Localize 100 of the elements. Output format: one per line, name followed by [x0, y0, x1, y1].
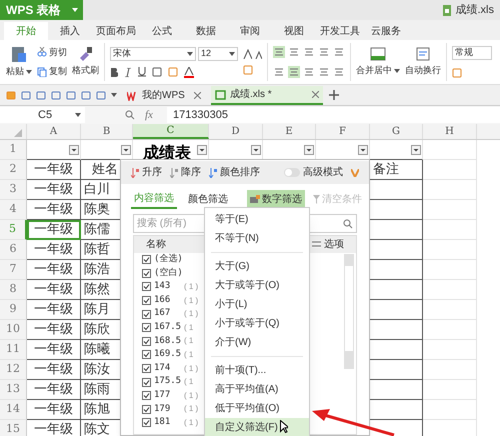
menu-item[interactable]: 小于或等于(Q): [205, 314, 309, 333]
menu-tab[interactable]: 公式: [140, 22, 184, 40]
wrap-text-button[interactable]: 自动换行: [405, 64, 441, 78]
bold-icon[interactable]: [110, 68, 118, 76]
column-header[interactable]: H: [423, 124, 477, 139]
filter-tab[interactable]: 内容筛选: [131, 189, 177, 209]
column-header[interactable]: E: [263, 124, 316, 139]
sort-button[interactable]: 升序: [142, 165, 162, 180]
sort-button[interactable]: 颜色排序: [220, 165, 260, 180]
list-item[interactable]: 169.5: [154, 348, 182, 362]
menu-tab[interactable]: 插入: [48, 22, 92, 40]
list-item[interactable]: 177: [154, 388, 182, 402]
menu-item[interactable]: 介于(W): [205, 333, 309, 352]
menu-tab[interactable]: 开发工具: [316, 22, 364, 40]
app-menu-button[interactable]: WPS 表格: [0, 0, 83, 20]
filter-dropdown-button[interactable]: [251, 145, 261, 155]
checkbox[interactable]: [142, 418, 151, 428]
column-header[interactable]: G: [370, 124, 423, 139]
menu-item[interactable]: 前十项(T)...: [205, 361, 309, 380]
outdent-icon[interactable]: [333, 46, 345, 58]
checkbox[interactable]: [142, 296, 151, 306]
row-header[interactable]: 14: [0, 400, 27, 420]
search-icon[interactable]: [343, 218, 353, 228]
checkbox[interactable]: [142, 268, 151, 278]
list-item[interactable]: 167: [154, 307, 182, 321]
filter-dropdown-button[interactable]: [121, 145, 131, 155]
align-bottom-icon[interactable]: [303, 46, 315, 58]
menu-tab[interactable]: 开始: [4, 22, 48, 40]
menu-item[interactable]: 大于(G): [205, 257, 309, 276]
row-header[interactable]: 8: [0, 280, 27, 300]
distribute-icon[interactable]: [333, 66, 345, 78]
caret-icon[interactable]: [229, 52, 235, 56]
align-center-icon[interactable]: [288, 66, 300, 78]
column-header[interactable]: F: [316, 124, 370, 139]
zoom-icon[interactable]: [125, 110, 135, 120]
document-tab[interactable]: 成绩.xls *: [211, 86, 323, 105]
number-filter-button[interactable]: 数字筛选: [247, 190, 305, 208]
copy-button[interactable]: 复制: [49, 65, 67, 78]
column-header[interactable]: C: [133, 124, 209, 139]
column-header[interactable]: A: [27, 124, 81, 139]
close-icon[interactable]: [312, 91, 319, 98]
merge-cells-icon[interactable]: [370, 46, 386, 61]
checkbox[interactable]: [142, 323, 151, 332]
sort-button[interactable]: 降序: [181, 165, 201, 180]
checkbox[interactable]: [142, 364, 151, 374]
document-tab[interactable]: 我的WPS: [123, 86, 205, 105]
wrap-text-icon[interactable]: [416, 46, 430, 61]
paintbrush-icon[interactable]: [78, 46, 94, 62]
list-item[interactable]: 166: [154, 294, 182, 308]
filter-dropdown-button[interactable]: [358, 145, 368, 155]
options-icon[interactable]: [312, 241, 321, 248]
checkbox[interactable]: [142, 404, 151, 414]
menu-item[interactable]: 小于(L): [205, 295, 309, 314]
clipboard-icon[interactable]: [11, 45, 27, 64]
checkbox[interactable]: [142, 255, 151, 264]
row-header[interactable]: 10: [0, 320, 27, 340]
checkbox[interactable]: [142, 350, 151, 360]
filter-dropdown-button[interactable]: [411, 145, 421, 155]
caret-icon[interactable]: [187, 52, 193, 56]
menu-tab[interactable]: 数据: [184, 22, 228, 40]
menu-item[interactable]: 高于平均值(A): [205, 380, 309, 399]
justify-icon[interactable]: [318, 66, 330, 78]
column-header[interactable]: D: [209, 124, 263, 139]
font-color-icon[interactable]: [184, 66, 194, 78]
merge-center-button[interactable]: 合并居中: [356, 64, 392, 78]
formula-input[interactable]: 171330305: [166, 107, 500, 123]
row-header[interactable]: 13: [0, 380, 27, 400]
italic-icon[interactable]: [124, 68, 132, 76]
underline-icon[interactable]: [138, 67, 146, 77]
menu-tab[interactable]: 云服务: [364, 22, 408, 40]
filter-dropdown-button[interactable]: [69, 145, 79, 155]
font-size-dropdown[interactable]: 12: [198, 46, 238, 60]
menu-item[interactable]: 自定义筛选(F): [205, 418, 309, 436]
caret-icon[interactable]: [75, 113, 81, 117]
list-item[interactable]: 167.5: [154, 321, 182, 335]
row-header[interactable]: 11: [0, 340, 27, 360]
caret-icon[interactable]: [394, 68, 400, 72]
row-header[interactable]: 12: [0, 360, 27, 380]
menu-tab[interactable]: 审阅: [228, 22, 272, 40]
options-button[interactable]: 选项: [324, 237, 344, 252]
menu-tab[interactable]: 页面布局: [92, 22, 140, 40]
checkbox[interactable]: [142, 336, 151, 346]
row-header[interactable]: 6: [0, 240, 27, 260]
menu-item[interactable]: 大于或等于(O): [205, 276, 309, 295]
paste-button[interactable]: 粘贴: [6, 65, 24, 79]
list-item[interactable]: 168.5: [154, 334, 182, 348]
name-box[interactable]: C5: [0, 107, 85, 123]
row-header[interactable]: 2: [0, 160, 27, 180]
scrollbar[interactable]: [344, 254, 354, 369]
caret-icon[interactable]: [26, 70, 32, 74]
row-header[interactable]: 3: [0, 180, 27, 200]
close-icon[interactable]: [194, 92, 201, 99]
list-item[interactable]: 174: [154, 362, 182, 376]
filter-dropdown-button[interactable]: [197, 145, 207, 155]
filter-tab[interactable]: 颜色筛选: [185, 189, 231, 209]
list-item[interactable]: (全选): [154, 253, 182, 267]
add-tab-icon[interactable]: [329, 90, 339, 100]
list-item[interactable]: (空白): [154, 266, 182, 280]
list-item[interactable]: 181: [154, 416, 182, 430]
row-header[interactable]: 15: [0, 420, 27, 436]
